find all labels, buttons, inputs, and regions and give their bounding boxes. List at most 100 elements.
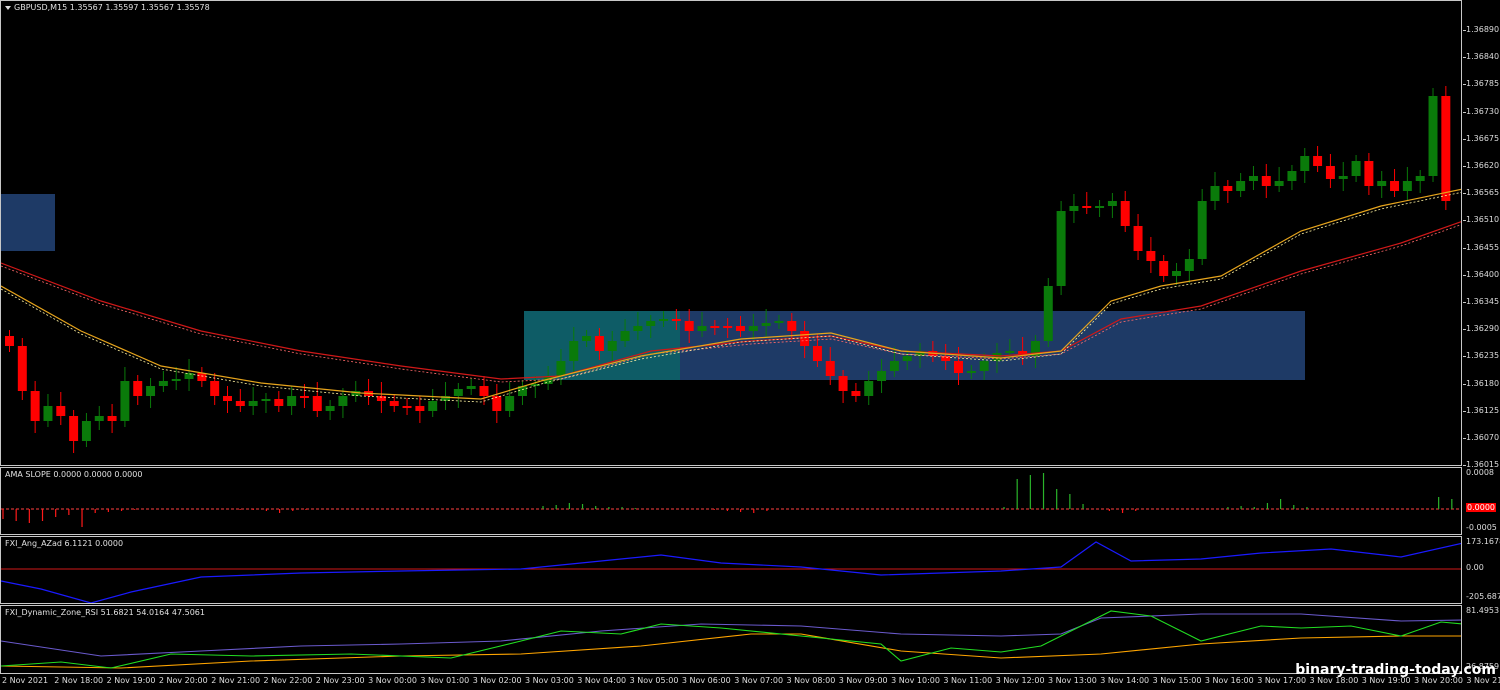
time-axis-label: 3 Nov 10:00	[891, 676, 940, 685]
price-axis-label: 1.36565	[1466, 188, 1500, 198]
candle-body	[1402, 181, 1412, 191]
time-axis-label: 3 Nov 09:00	[838, 676, 888, 685]
time-axis-label: 3 Nov 04:00	[577, 676, 627, 685]
price-axis: 1.36890 1.36840 1.36785 1.36730 1.36675 1.366…	[1463, 0, 1500, 469]
zone-box	[1, 194, 55, 251]
candle-body	[954, 361, 963, 373]
fxi-ang-axis: 173.1678 0.00 -205.6872	[1463, 536, 1500, 604]
price-axis-tick	[1463, 247, 1466, 249]
time-axis-label: 3 Nov 15:00	[1152, 676, 1202, 685]
time-axis-label: 3 Nov 03:00	[525, 676, 574, 685]
candle-body	[1184, 259, 1194, 271]
price-axis-label: 1.36180	[1466, 378, 1500, 388]
candle-body	[1441, 96, 1451, 201]
candle-body	[979, 361, 989, 371]
candle-body	[1043, 286, 1053, 341]
candle-body	[671, 319, 681, 321]
fxi-ang-pane[interactable]: FXI_Ang_AZad 6.1121 0.0000	[0, 536, 1462, 604]
price-chart-pane[interactable]: GBPUSD,M15 1.35567 1.35597 1.35567 1.355…	[0, 0, 1462, 466]
candle-body	[877, 371, 887, 381]
candle-body	[633, 326, 643, 331]
candle-body	[287, 396, 297, 406]
candle-body	[1172, 271, 1182, 276]
price-axis-tick	[1463, 302, 1466, 303]
price-axis-tick	[1463, 438, 1466, 439]
time-axis-label: 3 Nov 13:00	[1048, 676, 1097, 685]
price-axis-tick	[1463, 57, 1466, 59]
price-axis-label: 1.36620	[1466, 161, 1500, 170]
time-axis-label: 3 Nov 01:00	[420, 676, 470, 685]
candle-body	[787, 321, 797, 331]
time-axis-label: 2 Nov 23:00	[315, 676, 365, 685]
candle-body	[825, 361, 835, 376]
price-axis-tick	[1463, 111, 1466, 113]
candle-body	[902, 356, 912, 361]
candle-body	[312, 396, 322, 411]
candle-body	[261, 399, 271, 401]
candle-body	[697, 326, 707, 331]
candle-body	[158, 381, 168, 386]
candle-body	[1095, 206, 1105, 208]
candle-body	[659, 319, 669, 321]
candle-body	[81, 421, 91, 441]
fxi-rsi-label: FXI_Dynamic_Zone_RSI 51.6821 54.0164 47.…	[5, 608, 205, 617]
time-axis-label: 3 Nov 00:00	[368, 676, 417, 685]
price-axis-label: 1.36125	[1466, 405, 1500, 415]
candle-body	[107, 416, 117, 421]
candle-body	[1338, 176, 1348, 179]
time-axis-label: 2 Nov 21:00	[211, 676, 261, 685]
candle-body	[479, 386, 489, 396]
candle-body	[646, 321, 656, 326]
candle-body	[1351, 161, 1361, 176]
candle-body	[582, 336, 592, 341]
candle-body	[736, 326, 745, 331]
candle-body	[1120, 201, 1130, 226]
price-axis-label: 1.36345	[1466, 297, 1500, 306]
price-axis-label: 1.36840	[1466, 52, 1500, 62]
price-axis-label: 1.36235	[1466, 351, 1500, 361]
candle-body	[1069, 206, 1079, 211]
time-axis-label: 2 Nov 2021	[2, 676, 49, 685]
rsi-main-line	[1, 610, 1461, 669]
rsi-lower-band-line	[1, 633, 1461, 669]
symbol-label[interactable]: GBPUSD,M15 1.35567 1.35597 1.35567 1.355…	[5, 3, 210, 12]
candle-body	[1313, 156, 1323, 166]
price-axis-tick	[1463, 193, 1466, 195]
price-axis-label: 1.36455	[1466, 242, 1500, 252]
candle-body	[428, 401, 438, 411]
candle-body	[1274, 181, 1284, 186]
candle-body	[864, 381, 874, 396]
candle-body	[325, 406, 335, 411]
price-axis-tick	[1463, 166, 1466, 167]
candle-body	[723, 326, 733, 328]
price-axis-tick	[1463, 30, 1466, 31]
rsi-axis-top: 81.4953	[1466, 606, 1500, 615]
ama-slope-axis: 0.0008 0.0000 -0.0005	[1463, 467, 1500, 535]
candle-body	[620, 331, 630, 341]
price-axis-label: 1.36510	[1466, 215, 1500, 225]
candle-body	[466, 386, 476, 389]
time-axis-label: 2 Nov 20:00	[158, 676, 208, 685]
price-axis-label: 1.36070	[1466, 433, 1500, 442]
candle-body	[197, 373, 207, 381]
ama-slope-pane[interactable]: AMA SLOPE 0.0000 0.0000 0.0000	[0, 467, 1462, 535]
time-axis-label: 3 Nov 11:00	[943, 676, 993, 685]
slope-axis-bottom: -0.0005	[1466, 523, 1497, 532]
price-chart-canvas	[1, 86, 1461, 453]
candle-body	[569, 341, 579, 361]
chevron-down-icon[interactable]	[5, 5, 11, 10]
candle-body	[94, 416, 104, 421]
candle-body	[43, 406, 53, 421]
candle-body	[492, 396, 502, 411]
fxi-rsi-canvas	[1, 610, 1461, 669]
fxi-rsi-pane[interactable]: FXI_Dynamic_Zone_RSI 51.6821 54.0164 47.…	[0, 605, 1462, 674]
candle-body	[1159, 261, 1169, 276]
candle-body	[184, 373, 194, 379]
fxi-ang-label: FXI_Ang_AZad 6.1121 0.0000	[5, 539, 124, 548]
time-axis-label: 3 Nov 14:00	[1100, 676, 1150, 685]
ang-axis-mid: 0.00	[1466, 563, 1484, 572]
price-axis-tick	[1463, 220, 1466, 222]
candle-body	[748, 326, 758, 331]
candle-body	[889, 361, 899, 371]
price-axis-tick	[1463, 84, 1466, 86]
